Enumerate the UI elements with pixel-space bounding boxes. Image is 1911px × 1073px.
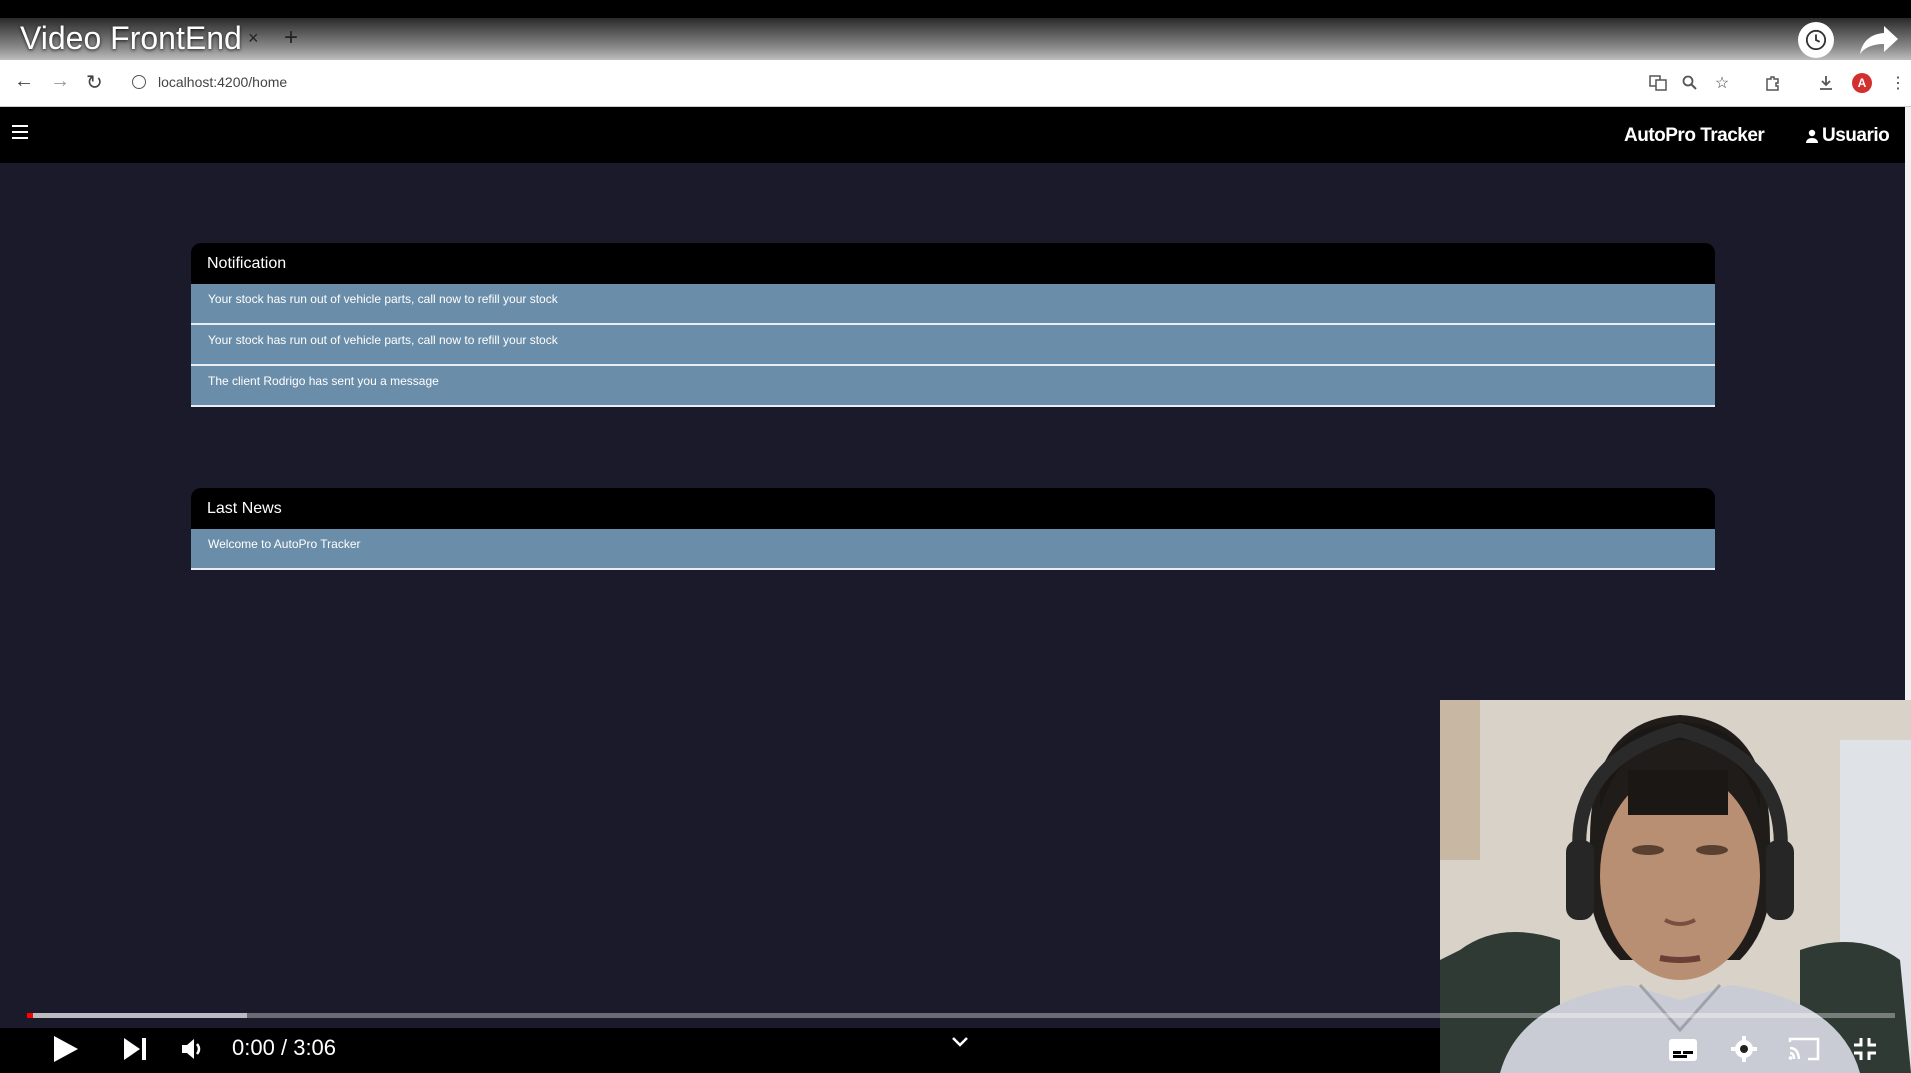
cast-icon[interactable] xyxy=(1788,1036,1820,1067)
exit-fullscreen-icon[interactable] xyxy=(1852,1036,1878,1067)
new-tab-button[interactable]: + xyxy=(284,24,298,52)
time-separator: / xyxy=(280,1035,288,1060)
news-card: Last News Welcome to AutoPro Tracker xyxy=(191,488,1715,570)
notification-item[interactable]: The client Rodrigo has sent you a messag… xyxy=(191,366,1715,407)
profile-icon[interactable]: A xyxy=(1852,73,1872,93)
notification-item[interactable]: Your stock has run out of vehicle parts,… xyxy=(191,284,1715,325)
time-current: 0:00 xyxy=(232,1035,275,1060)
url-field[interactable]: localhost:4200/home xyxy=(122,68,1682,98)
back-icon[interactable]: ← xyxy=(14,70,34,93)
reload-icon[interactable]: ↻ xyxy=(86,70,103,95)
notification-header: Notification xyxy=(191,243,1715,284)
news-item[interactable]: Welcome to AutoPro Tracker xyxy=(191,529,1715,570)
download-icon[interactable] xyxy=(1816,73,1836,93)
forward-icon[interactable]: → xyxy=(50,70,70,93)
extensions-icon[interactable] xyxy=(1763,73,1783,93)
user-menu-button[interactable]: Usuario xyxy=(1804,125,1890,147)
star-icon[interactable]: ☆ xyxy=(1712,73,1732,93)
chevron-down-icon[interactable] xyxy=(950,1035,970,1054)
app-toolbar: AutoPro Tracker Usuario xyxy=(0,107,1905,163)
zoom-icon[interactable] xyxy=(1680,73,1700,93)
user-label: Usuario xyxy=(1822,125,1890,146)
tab-close-button[interactable]: × xyxy=(248,28,259,49)
notification-item[interactable]: Your stock has run out of vehicle parts,… xyxy=(191,325,1715,366)
time-total: 3:06 xyxy=(293,1035,337,1060)
progress-played xyxy=(27,1013,33,1018)
play-icon[interactable] xyxy=(52,1034,80,1069)
menu-dots-icon[interactable]: ⋮ xyxy=(1888,73,1908,93)
share-icon[interactable] xyxy=(1858,24,1900,61)
clock-icon[interactable] xyxy=(1798,22,1834,58)
subtitles-icon[interactable] xyxy=(1668,1038,1698,1067)
volume-icon[interactable] xyxy=(180,1037,206,1066)
brand-link[interactable]: AutoPro Tracker xyxy=(1624,125,1765,147)
hamburger-icon[interactable] xyxy=(12,125,28,143)
progress-bar[interactable] xyxy=(27,1013,1895,1018)
news-header: Last News xyxy=(191,488,1715,529)
settings-icon[interactable] xyxy=(1730,1035,1758,1068)
notification-card: Notification Your stock has run out of v… xyxy=(191,243,1715,407)
next-icon[interactable] xyxy=(122,1036,148,1067)
address-bar: ← → ↻ localhost:4200/home ☆ A ⋮ xyxy=(0,60,1911,107)
info-icon[interactable] xyxy=(132,75,146,89)
user-icon xyxy=(1806,129,1818,143)
video-title[interactable]: Video FrontEnd xyxy=(20,20,242,57)
time-display: 0:00 / 3:06 xyxy=(232,1035,336,1061)
translate-icon[interactable] xyxy=(1648,73,1668,93)
url-text: localhost:4200/home xyxy=(158,74,288,90)
progress-buffered xyxy=(27,1013,247,1018)
